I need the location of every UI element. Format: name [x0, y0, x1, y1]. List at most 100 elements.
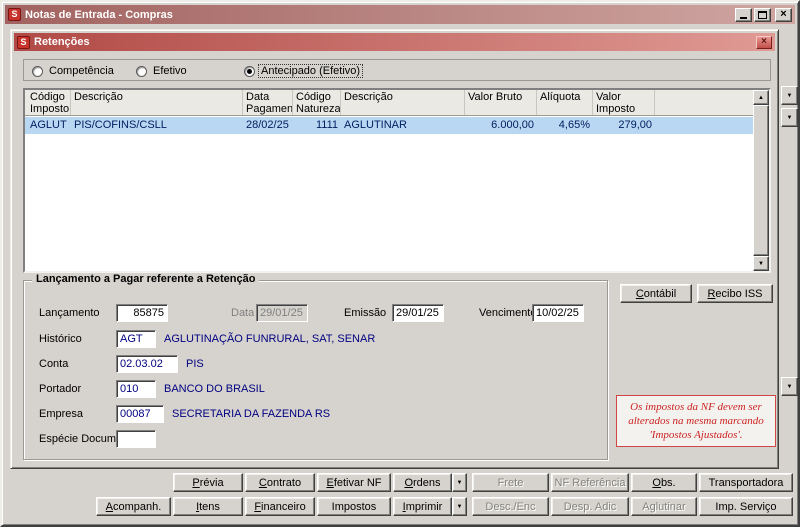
- chevron-down-icon: ▼: [456, 479, 463, 486]
- grid-header-descricao-natureza: Descrição: [341, 90, 465, 115]
- financeiro-button[interactable]: Financeiro: [245, 497, 315, 516]
- scroll-down-button[interactable]: ▼: [753, 256, 769, 271]
- grid-header-descricao: Descrição: [71, 90, 243, 115]
- close-icon: ×: [780, 8, 787, 20]
- dialog-logo-icon: S: [17, 35, 30, 49]
- chevron-down-icon: ▼: [786, 383, 793, 390]
- grid-header-codigo-imposto: Código Imposto: [27, 90, 71, 115]
- impostos-button[interactable]: Impostos: [317, 497, 391, 516]
- impostos-warning-note: Os impostos da NF devem ser alterados na…: [616, 395, 776, 447]
- radio-competencia-label: Competência: [49, 65, 114, 77]
- radio-on-icon: [244, 65, 255, 77]
- vencimento-label: Vencimento: [479, 307, 537, 319]
- ordens-button[interactable]: Ordens: [393, 473, 452, 492]
- radio-efetivo-label: Efetivo: [153, 65, 187, 77]
- especie-documento-field[interactable]: [116, 430, 156, 448]
- chevron-down-icon: ▼: [786, 92, 793, 99]
- contrato-button[interactable]: Contrato: [245, 473, 315, 492]
- contabil-button[interactable]: Contábil: [620, 284, 692, 303]
- combo-arrow-partial-2[interactable]: ▼: [781, 108, 798, 127]
- cell-valor-imposto: 279,00: [618, 119, 652, 131]
- recibo-iss-button[interactable]: Recibo ISS: [697, 284, 773, 303]
- imprimir-dropdown-button[interactable]: ▼: [452, 497, 467, 516]
- arrow-up-icon: ▲: [758, 94, 764, 101]
- nf-referencia-button: NF Referência: [551, 473, 629, 492]
- frete-button: Frete: [472, 473, 549, 492]
- empresa-code-field[interactable]: 00087: [116, 405, 164, 423]
- grid-header-aliquota: Alíquota: [537, 90, 593, 115]
- emissao-label: Emissão: [344, 307, 387, 319]
- radio-competencia[interactable]: Competência: [32, 64, 116, 78]
- chevron-down-icon: ▼: [786, 114, 793, 121]
- main-window: S Notas de Entrada - Compras × ▼ ▼ ▼ Pré…: [0, 0, 800, 527]
- conta-code-field[interactable]: 02.03.02: [116, 355, 178, 373]
- retencoes-grid: Código Imposto Descrição Data Pagamento …: [23, 88, 771, 273]
- cell-valor-bruto: 6.000,00: [491, 119, 534, 131]
- aglutinar-button: Aglutinar: [631, 497, 697, 516]
- ordens-dropdown-button[interactable]: ▼: [452, 473, 467, 492]
- previa-button[interactable]: Prévia: [173, 473, 243, 492]
- radio-off-icon: [136, 65, 147, 77]
- acompanh-button[interactable]: Acompanh.: [96, 497, 171, 516]
- grid-header-codigo-natureza: Código Natureza: [293, 90, 341, 115]
- window-controls: ×: [735, 7, 792, 22]
- radio-antecipado[interactable]: Antecipado (Efetivo): [244, 64, 364, 78]
- grid-header-data-pagamento: Data Pagamento: [243, 90, 293, 115]
- grid-body: AGLUT PIS/COFINS/CSLL 28/02/25 1111 AGLU…: [25, 117, 753, 271]
- empresa-label: Empresa: [39, 408, 84, 420]
- dialog-close-button[interactable]: ×: [756, 35, 772, 49]
- grid-header-filler: [655, 90, 753, 115]
- imprimir-button[interactable]: Imprimir: [393, 497, 452, 516]
- cell-codigo-imposto: AGLUT: [30, 119, 67, 131]
- lancamento-label: Lançamento: [39, 307, 100, 319]
- lancamento-field[interactable]: 85875: [116, 304, 168, 322]
- imp-servico-button[interactable]: Imp. Serviço: [699, 497, 793, 516]
- efetivar-nf-button[interactable]: Efetivar NF: [317, 473, 391, 492]
- table-row[interactable]: AGLUT PIS/COFINS/CSLL 28/02/25 1111 AGLU…: [25, 117, 753, 134]
- arrow-down-icon: ▼: [758, 260, 764, 267]
- chevron-down-icon: ▼: [456, 503, 463, 510]
- close-icon: ×: [761, 36, 767, 47]
- minimize-icon: [740, 17, 747, 19]
- desc-enc-button: Desc./Enc: [472, 497, 549, 516]
- retencao-mode-group: Competência Efetivo Antecipado (Efetivo): [23, 59, 771, 81]
- portador-code-field[interactable]: 010: [116, 380, 156, 398]
- radio-antecipado-label: Antecipado (Efetivo): [257, 64, 364, 78]
- conta-label: Conta: [39, 358, 69, 370]
- groupbox-title: Lançamento a Pagar referente a Retenção: [32, 273, 260, 285]
- maximize-button[interactable]: [754, 7, 771, 22]
- close-window-button[interactable]: ×: [775, 7, 792, 22]
- historico-label: Histórico: [39, 333, 82, 345]
- lancamento-groupbox: Lançamento a Pagar referente a Retenção …: [23, 273, 608, 460]
- empresa-description: SECRETARIA DA FAZENDA RS: [172, 408, 331, 420]
- app-logo-icon: S: [8, 8, 21, 21]
- transportadora-button[interactable]: Transportadora: [699, 473, 793, 492]
- combo-arrow-partial-3[interactable]: ▼: [781, 377, 798, 396]
- cell-descricao: PIS/COFINS/CSLL: [74, 119, 167, 131]
- cell-descricao-natureza: AGLUTINAR: [344, 119, 407, 131]
- obs-button[interactable]: Obs.: [631, 473, 697, 492]
- dialog-titlebar: S Retenções ×: [14, 33, 775, 51]
- grid-header-valor-imposto: Valor Imposto: [593, 90, 655, 115]
- data-label: Data: [231, 307, 255, 319]
- grid-vertical-scrollbar[interactable]: ▲ ▼: [753, 90, 769, 271]
- itens-button[interactable]: Itens: [173, 497, 243, 516]
- minimize-button[interactable]: [735, 7, 752, 22]
- scroll-up-button[interactable]: ▲: [753, 90, 769, 105]
- emissao-field[interactable]: 29/01/25: [392, 304, 444, 322]
- historico-description: AGLUTINAÇÃO FUNRURAL, SAT, SENAR: [164, 333, 376, 345]
- radio-efetivo[interactable]: Efetivo: [136, 64, 189, 78]
- historico-code-field[interactable]: AGT: [116, 330, 156, 348]
- maximize-icon: [758, 10, 767, 19]
- data-field: 29/01/25: [256, 304, 308, 322]
- desp-adic-button: Desp. Adic: [551, 497, 629, 516]
- radio-off-icon: [32, 65, 43, 77]
- retencoes-dialog: S Retenções × Competência Efetivo Anteci…: [10, 29, 779, 469]
- portador-label: Portador: [39, 383, 82, 395]
- scrollbar-thumb[interactable]: [753, 105, 769, 256]
- combo-arrow-partial-1[interactable]: ▼: [781, 86, 798, 105]
- grid-header: Código Imposto Descrição Data Pagamento …: [25, 90, 753, 116]
- vencimento-field[interactable]: 10/02/25: [532, 304, 584, 322]
- cell-codigo-natureza: 1111: [315, 119, 338, 131]
- cell-aliquota: 4,65%: [558, 119, 590, 131]
